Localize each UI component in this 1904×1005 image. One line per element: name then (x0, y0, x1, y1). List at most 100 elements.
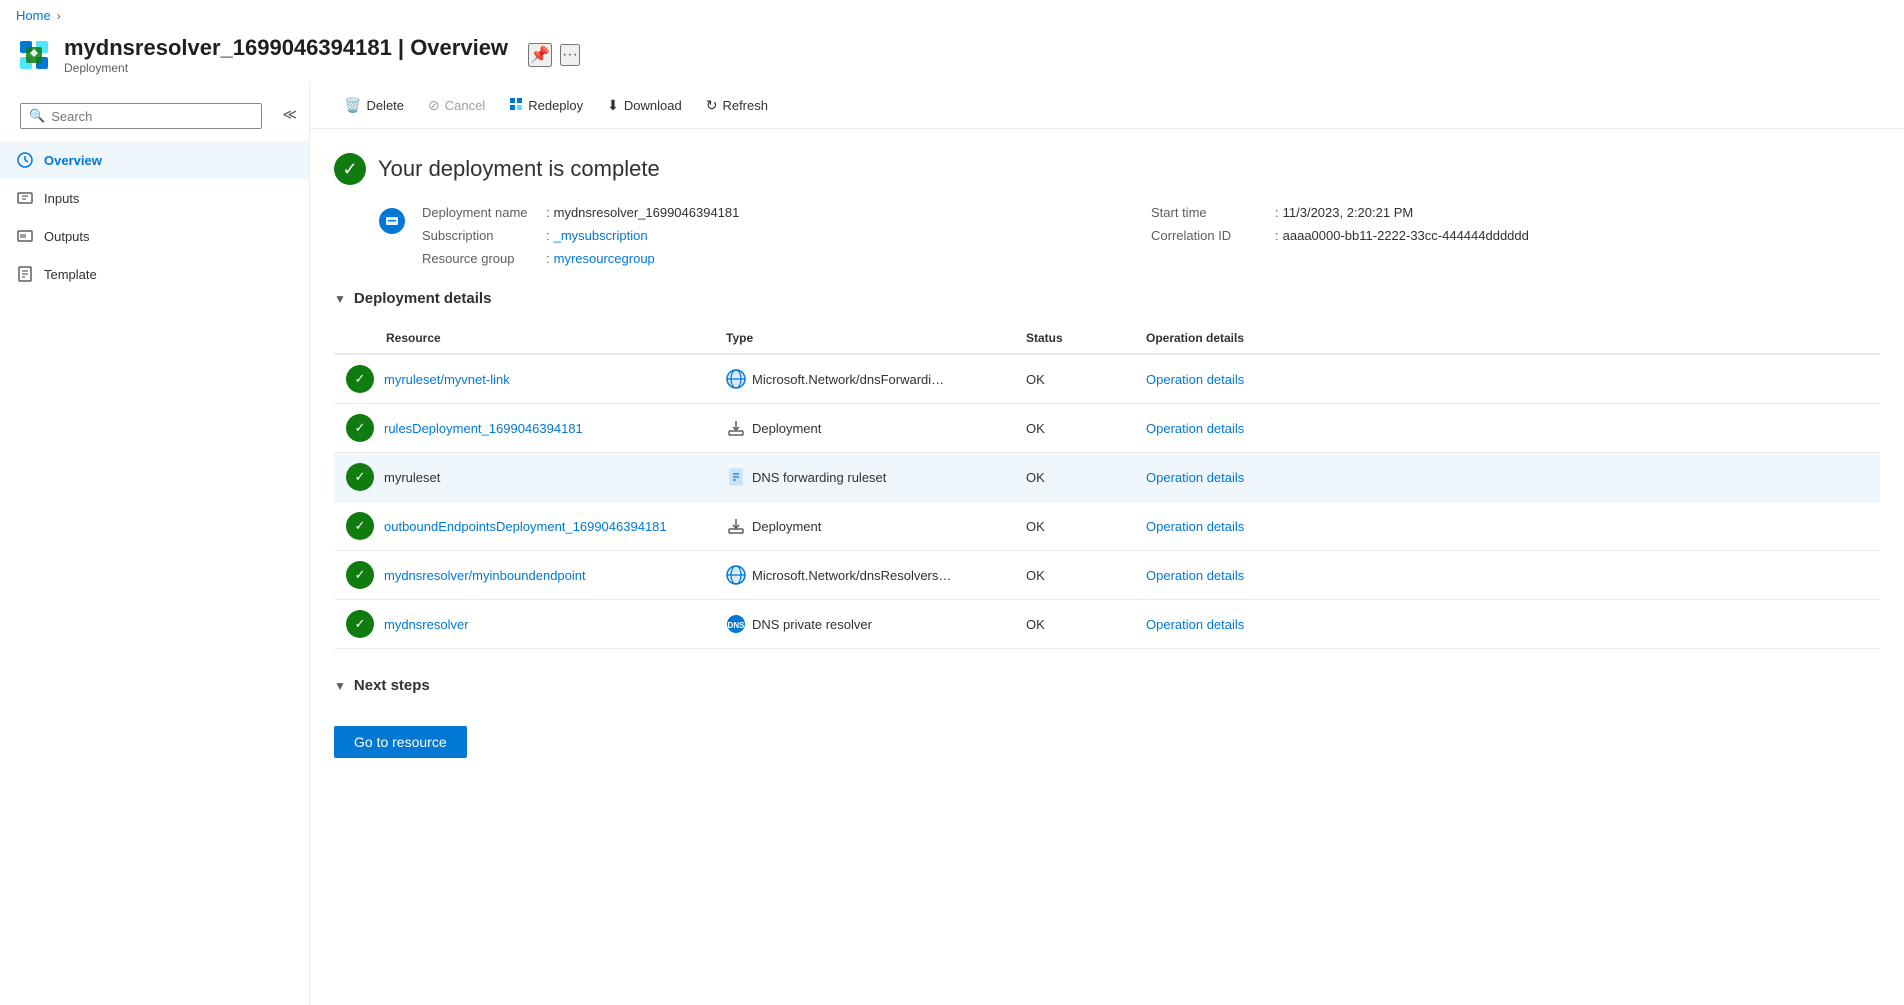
status-title: Your deployment is complete (378, 156, 660, 182)
status-value: OK (1026, 568, 1045, 583)
sidebar-item-overview[interactable]: Overview (0, 141, 309, 179)
sidebar-item-template-label: Template (44, 267, 97, 282)
table-row: ✓ outboundEndpointsDeployment_16990463941… (334, 502, 1880, 551)
page-subtitle: Deployment (64, 61, 508, 75)
resource-icon (16, 37, 52, 73)
col-header-type: Type (714, 323, 1014, 354)
operation-details-link[interactable]: Operation details (1146, 421, 1244, 436)
delete-button[interactable]: 🗑️ Delete (334, 91, 414, 120)
resource-link[interactable]: outboundEndpointsDeployment_169904639418… (384, 519, 667, 534)
deployment-details-header[interactable]: ▼ Deployment details (334, 290, 1880, 307)
breadcrumb: Home › (0, 0, 1904, 31)
subscription-link[interactable]: _mysubscription (554, 228, 648, 243)
next-steps-header[interactable]: ▼ Next steps (334, 677, 1880, 694)
search-icon: 🔍 (29, 108, 45, 124)
operation-details-link[interactable]: Operation details (1146, 519, 1244, 534)
type-icon (726, 516, 746, 536)
resource-name: myruleset (384, 470, 440, 485)
table-row: ✓ myruleset/myvnet-link Microsoft.Network/… (334, 354, 1880, 404)
redeploy-button[interactable]: Redeploy (499, 91, 593, 120)
type-cell: DNSDNS private resolver (726, 614, 1002, 634)
next-steps-chevron-icon: ▼ (334, 679, 346, 693)
refresh-icon: ↻ (706, 97, 718, 114)
header-actions: 📌 ··· (528, 43, 580, 67)
header-title-block: mydnsresolver_1699046394181 | Overview D… (64, 35, 508, 75)
col-header-status: Status (1014, 323, 1134, 354)
type-label: Microsoft.Network/dnsResolvers… (752, 568, 951, 583)
deployment-meta: Deployment name : mydnsresolver_16990463… (334, 205, 1880, 266)
overview-icon (16, 151, 34, 169)
row-status-icon: ✓ (346, 561, 374, 589)
status-check-icon: ✓ (334, 153, 366, 185)
sidebar-item-overview-label: Overview (44, 153, 102, 168)
sidebar-item-inputs[interactable]: Inputs (0, 179, 309, 217)
refresh-button[interactable]: ↻ Refresh (696, 91, 778, 120)
template-icon (16, 265, 34, 283)
delete-icon: 🗑️ (344, 97, 361, 114)
table-row: ✓rulesDeployment_1699046394181Deployment… (334, 404, 1880, 453)
type-label: DNS forwarding ruleset (752, 470, 886, 485)
type-icon: DNS (726, 614, 746, 634)
resource-link[interactable]: myruleset/myvnet-link (384, 372, 510, 387)
type-cell: Deployment (726, 418, 1002, 438)
resource-link[interactable]: mydnsresolver (384, 617, 469, 632)
type-cell: Deployment (726, 516, 1002, 536)
breadcrumb-separator: › (57, 9, 61, 23)
download-icon: ⬇ (607, 97, 619, 114)
resource-group-link[interactable]: myresourcegroup (554, 251, 655, 266)
meta-start-time: Start time : 11/3/2023, 2:20:21 PM (1151, 205, 1880, 220)
meta-deployment-name: Deployment name : mydnsresolver_16990463… (422, 205, 1151, 220)
type-label: Deployment (752, 519, 821, 534)
type-cell: DNS forwarding ruleset (726, 467, 1002, 487)
deployment-details-table: Resource Type Status Operation details ✓… (334, 323, 1880, 649)
row-status-icon: ✓ (346, 365, 374, 393)
row-status-icon: ✓ (346, 463, 374, 491)
sidebar-item-template[interactable]: Template (0, 255, 309, 293)
operation-details-link[interactable]: Operation details (1146, 372, 1244, 387)
type-icon (726, 467, 746, 487)
content-body: ✓ Your deployment is complete Deployment… (310, 129, 1904, 782)
type-cell: Microsoft.Network/dnsResolvers… (726, 565, 1002, 585)
breadcrumb-home[interactable]: Home (16, 8, 51, 23)
outputs-icon (16, 227, 34, 245)
resource-link[interactable]: rulesDeployment_1699046394181 (384, 421, 583, 436)
content-area: 🗑️ Delete ⊘ Cancel Redeploy ⬇ Download (310, 83, 1904, 1005)
operation-details-link[interactable]: Operation details (1146, 568, 1244, 583)
more-options-button[interactable]: ··· (560, 44, 580, 66)
next-steps-section: ▼ Next steps Go to resource (334, 677, 1880, 758)
meta-left: Deployment name : mydnsresolver_16990463… (422, 205, 1151, 266)
download-button[interactable]: ⬇ Download (597, 91, 692, 120)
status-value: OK (1026, 617, 1045, 632)
inputs-icon (16, 189, 34, 207)
next-steps-title: Next steps (354, 677, 430, 694)
meta-subscription: Subscription : _mysubscription (422, 228, 1151, 243)
cancel-icon: ⊘ (428, 97, 440, 114)
status-value: OK (1026, 421, 1045, 436)
meta-right: Start time : 11/3/2023, 2:20:21 PM Corre… (1151, 205, 1880, 266)
operation-details-link[interactable]: Operation details (1146, 470, 1244, 485)
sidebar-item-inputs-label: Inputs (44, 191, 79, 206)
row-status-icon: ✓ (346, 512, 374, 540)
table-row: ✓ mydnsresolver/myinboundendpoint Microsof… (334, 551, 1880, 600)
operation-details-link[interactable]: Operation details (1146, 617, 1244, 632)
status-value: OK (1026, 519, 1045, 534)
redeploy-icon (509, 97, 523, 114)
search-input[interactable] (51, 109, 253, 124)
col-header-opdetails: Operation details (1134, 323, 1880, 354)
collapse-sidebar-button[interactable]: ≪ (278, 102, 301, 127)
go-to-resource-button[interactable]: Go to resource (334, 726, 467, 758)
col-header-resource: Resource (334, 323, 714, 354)
resource-link[interactable]: mydnsresolver/myinboundendpoint (384, 568, 586, 583)
table-row: ✓mydnsresolverDNSDNS private resolverOKO… (334, 600, 1880, 649)
deployment-meta-icon (378, 207, 406, 235)
type-icon (726, 418, 746, 438)
status-value: OK (1026, 470, 1045, 485)
sidebar-nav: Overview Inputs Outputs (0, 141, 309, 293)
type-label: Deployment (752, 421, 821, 436)
sidebar-item-outputs[interactable]: Outputs (0, 217, 309, 255)
cancel-button[interactable]: ⊘ Cancel (418, 91, 495, 120)
type-icon (726, 565, 746, 585)
pin-button[interactable]: 📌 (528, 43, 552, 67)
type-label: Microsoft.Network/dnsForwardi… (752, 372, 944, 387)
toolbar: 🗑️ Delete ⊘ Cancel Redeploy ⬇ Download (310, 83, 1904, 129)
